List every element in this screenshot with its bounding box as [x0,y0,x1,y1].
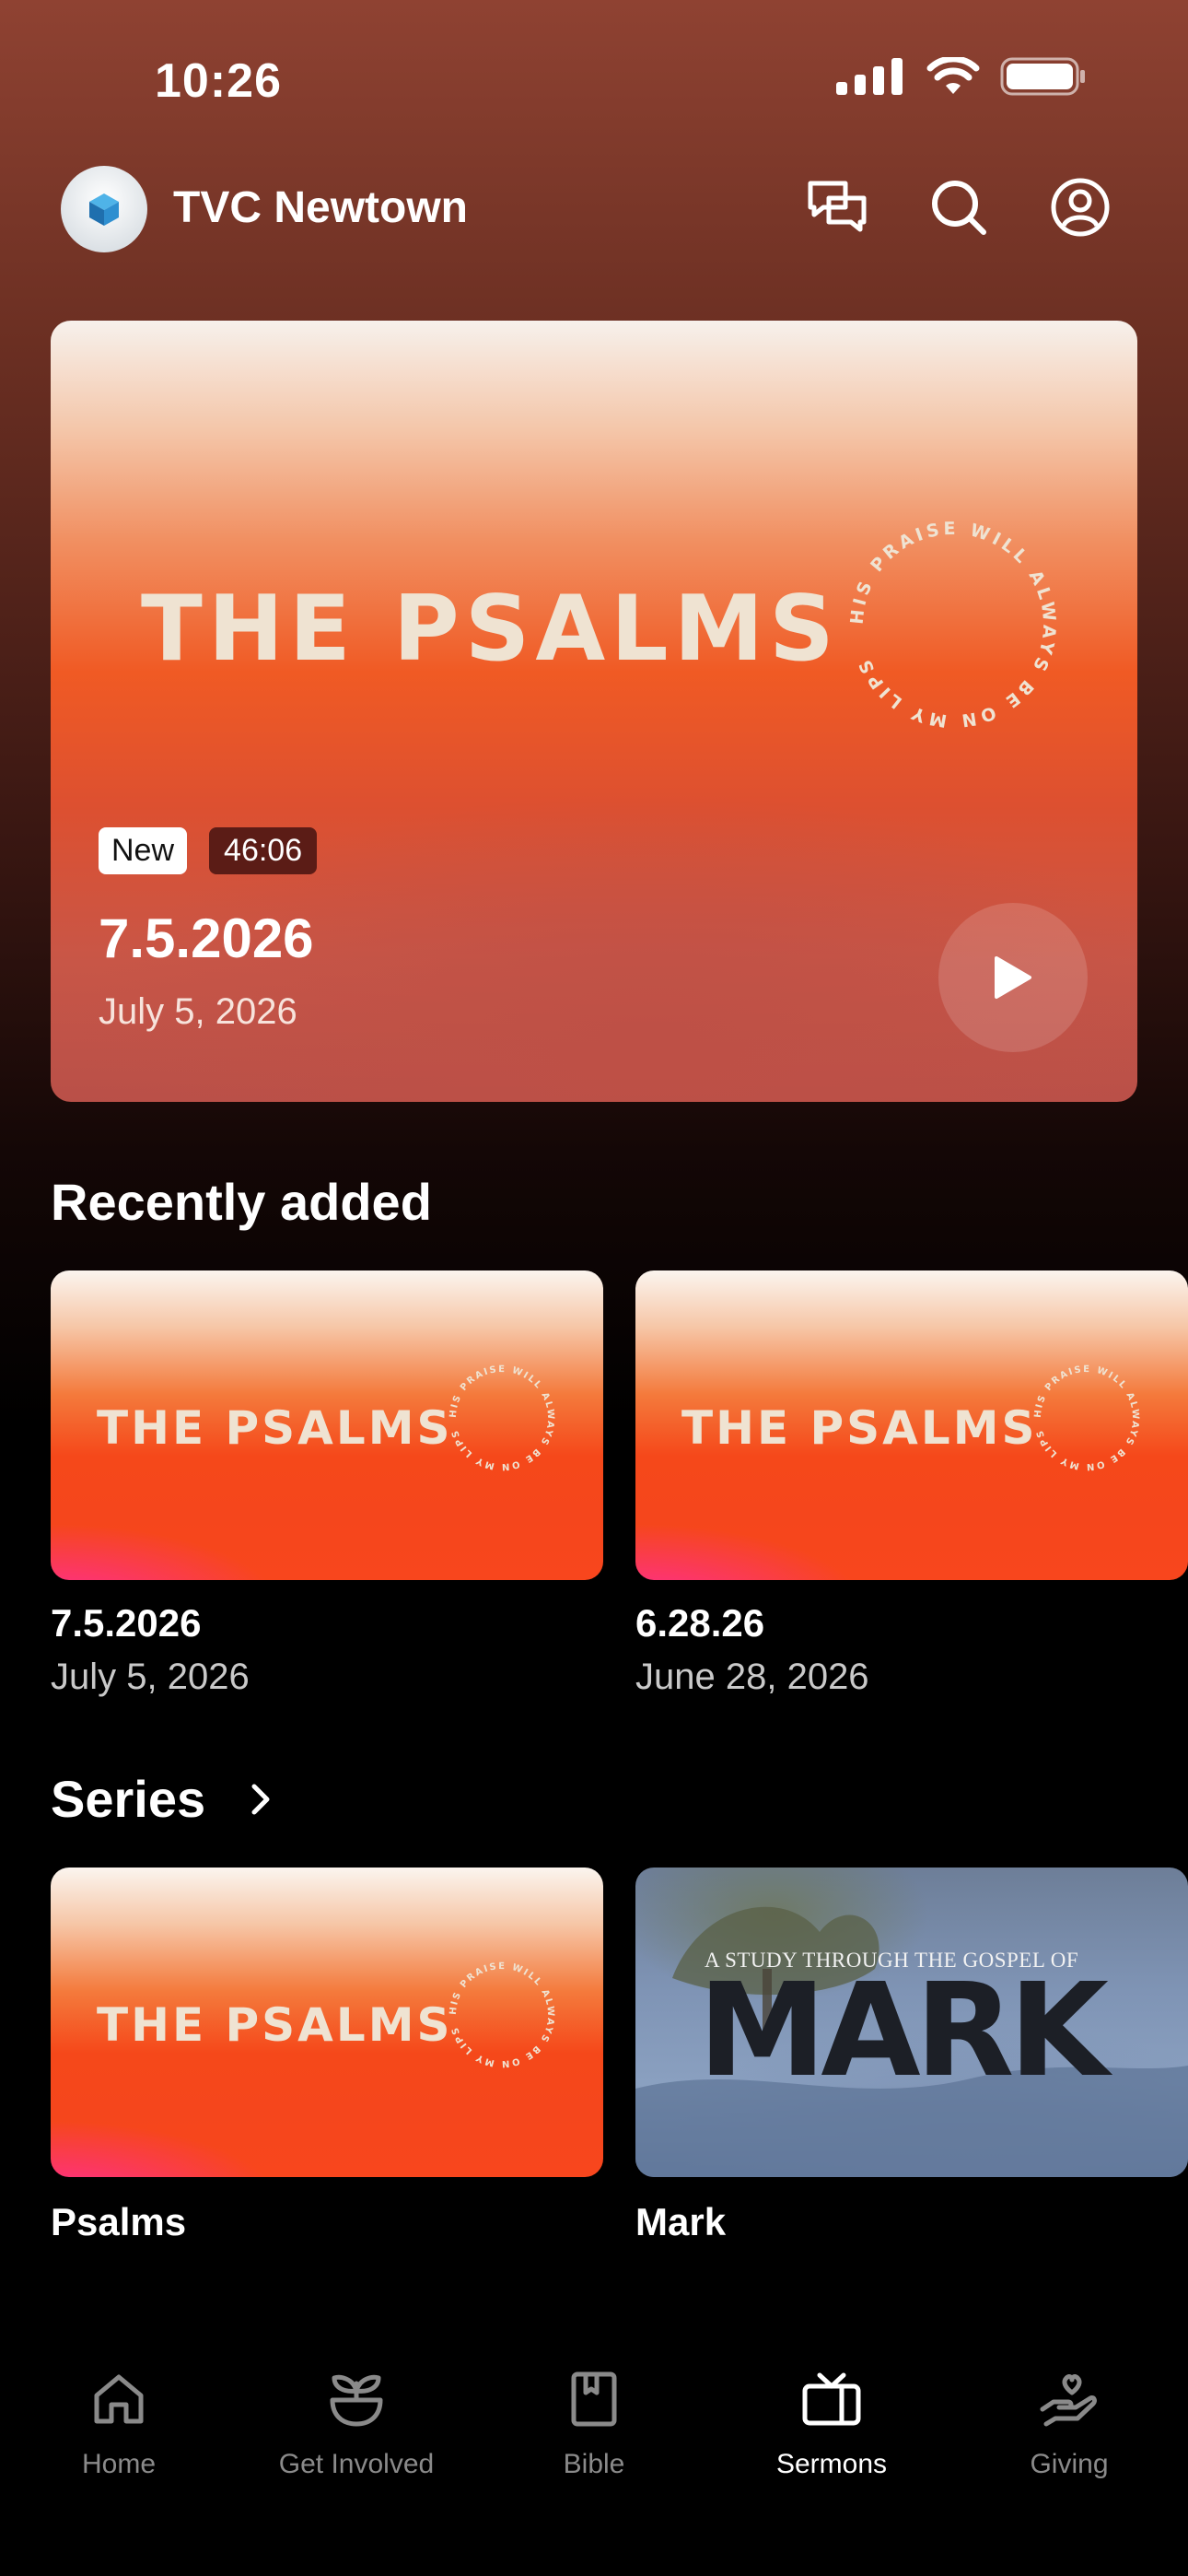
series-label-psalms: Psalms [51,2200,187,2243]
tab-home[interactable]: Home [0,2366,238,2480]
church-logo[interactable] [61,166,147,252]
church-logo-icon [89,193,119,226]
thumb-tagline-ring: HIS PRAISE WILL ALWAYS BE ON MY LIPS [1033,1364,1141,1471]
play-icon [995,956,1031,999]
thumb-series-title: THE PSALMS [681,1401,1038,1455]
svg-text:HIS PRAISE WILL ALWAYS BE ON M: HIS PRAISE WILL ALWAYS BE ON MY LIPS [1033,1364,1141,1471]
tab-label-giving: Giving [1030,2449,1109,2479]
featured-badges: New 46:06 [99,827,318,874]
sprout-icon [330,2374,383,2427]
featured-title: 7.5.2026 [99,907,314,969]
svg-text:HIS PRAISE WILL ALWAYS BE ON M: HIS PRAISE WILL ALWAYS BE ON MY LIPS [847,519,1060,731]
series-header[interactable]: Series [51,1769,272,1829]
status-icons [836,57,1087,96]
tab-label-bible: Bible [563,2449,625,2479]
thumb-series-title: THE PSALMS [97,1998,453,2052]
thumb-tagline: HIS PRAISE WILL ALWAYS BE ON MY LIPS [1033,1364,1139,1471]
new-badge: New [99,827,188,874]
chat-button[interactable] [805,175,869,240]
wifi-icon [926,57,980,94]
featured-tagline-ring: HIS PRAISE WILL ALWAYS BE ON MY LIPS [847,519,1060,731]
duration-badge: 46:06 [209,827,318,874]
tab-giving[interactable]: Giving [950,2366,1188,2480]
thumb-tagline-ring: HIS PRAISE WILL ALWAYS BE ON MY LIPS [448,1364,556,1471]
mark-title: MARK [698,1956,1109,2106]
recent-sermon-title-2: 6.28.26 [635,1601,765,1645]
giving-icon [1040,2374,1097,2427]
recent-sermon-date-2: June 28, 2026 [635,1657,869,1697]
recent-sermon-thumbnail-2[interactable]: THE PSALMS HIS PRAISE WILL ALWAYS BE ON … [635,1270,1188,1580]
recent-sermon-thumbnail-1[interactable]: THE PSALMS HIS PRAISE WILL ALWAYS BE ON … [51,1270,603,1580]
svg-text:HIS PRAISE WILL ALWAYS BE ON M: HIS PRAISE WILL ALWAYS BE ON MY LIPS [448,1364,556,1471]
home-icon [94,2374,144,2424]
featured-tagline: HIS PRAISE WILL ALWAYS BE ON MY LIPS [847,519,1056,731]
series-thumbnail-mark[interactable]: A STUDY THROUGH THE GOSPEL OF MARK [635,1868,1188,2177]
bible-icon [571,2371,617,2427]
featured-date: July 5, 2026 [99,991,297,1032]
series-thumbnail-psalms[interactable]: THE PSALMS HIS PRAISE WILL ALWAYS BE ON … [51,1868,603,2177]
tab-get-involved[interactable]: Get Involved [238,2366,475,2480]
chevron-right-icon [251,1784,270,1814]
profile-icon [1051,178,1110,237]
thumb-series-title: THE PSALMS [97,1401,453,1455]
recently-added-heading: Recently added [51,1173,432,1231]
thumb-tagline-ring: HIS PRAISE WILL ALWAYS BE ON MY LIPS [448,1961,556,2068]
header-actions [805,175,1112,240]
featured-series-title: THE PSALMS [141,577,840,682]
tab-label-get-involved: Get Involved [278,2449,435,2479]
tab-bible[interactable]: Bible [475,2366,713,2480]
status-time: 10:26 [155,54,282,108]
profile-button[interactable] [1048,175,1112,240]
tab-sermons[interactable]: Sermons [713,2366,950,2480]
search-button[interactable] [926,175,991,240]
play-button[interactable] [938,903,1088,1052]
tab-label-sermons: Sermons [775,2449,888,2479]
church-name: TVC Newtown [173,183,468,232]
svg-text:HIS PRAISE WILL ALWAYS BE ON M: HIS PRAISE WILL ALWAYS BE ON MY LIPS [448,1961,556,2068]
cellular-signal-icon [836,58,903,95]
recent-sermon-date-1: July 5, 2026 [51,1657,250,1697]
recent-sermon-title-1: 7.5.2026 [51,1601,202,1645]
search-icon [932,181,986,235]
tv-icon [802,2372,861,2426]
series-label-mark: Mark [635,2200,727,2243]
series-heading: Series [51,1770,206,1828]
thumb-tagline: HIS PRAISE WILL ALWAYS BE ON MY LIPS [448,1961,554,2068]
chat-icon [808,181,867,232]
featured-sermon-card[interactable]: THE PSALMS HIS PRAISE WILL ALWAYS BE ON … [51,321,1137,1102]
tab-label-home: Home [81,2449,157,2479]
battery-icon [1000,57,1085,96]
thumb-tagline: HIS PRAISE WILL ALWAYS BE ON MY LIPS [448,1364,554,1471]
